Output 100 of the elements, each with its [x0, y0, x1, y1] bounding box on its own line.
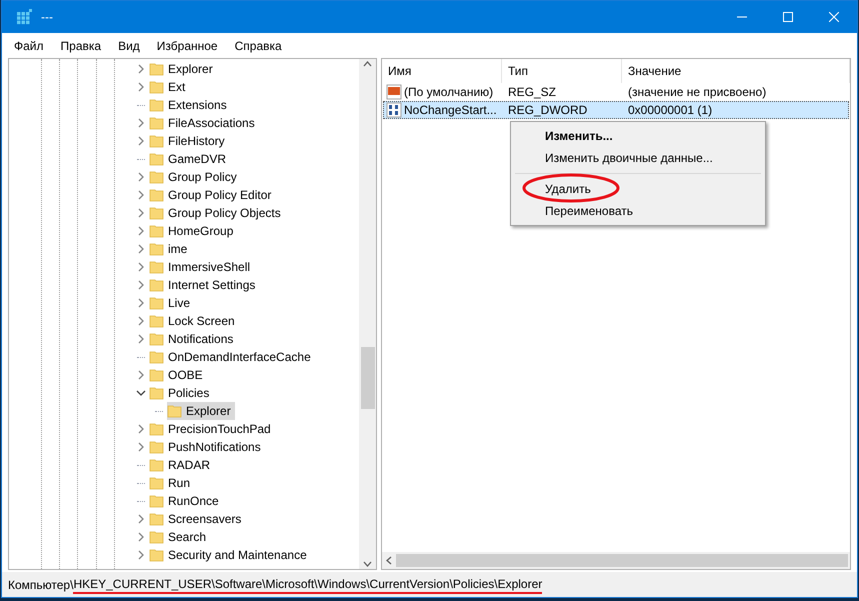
chevron-right-icon[interactable]	[136, 82, 146, 92]
chevron-right-icon[interactable]	[136, 244, 146, 254]
tree-item[interactable]: FileAssociations	[149, 114, 259, 132]
tree-item[interactable]: RADAR	[149, 456, 214, 474]
table-row[interactable]: NoChangeStart... REG_DWORD 0x00000001 (1)	[383, 101, 849, 119]
tree-item[interactable]: PrecisionTouchPad	[149, 420, 275, 438]
string-value-icon	[386, 84, 402, 100]
horizontal-scrollbar[interactable]	[382, 552, 850, 569]
status-path-prefix: Компьютер\	[8, 576, 74, 594]
value-type-cell-text: REG_SZ	[507, 84, 558, 101]
tree-item[interactable]: Search	[149, 528, 210, 546]
tree-item[interactable]: Lock Screen	[149, 312, 239, 330]
folder-icon	[149, 367, 165, 383]
scrollbar-thumb[interactable]	[360, 347, 374, 409]
tree-item[interactable]: ImmersiveShell	[149, 258, 254, 276]
column-header[interactable]: Имя	[382, 59, 502, 83]
tree-item[interactable]: HomeGroup	[149, 222, 238, 240]
tree-item[interactable]: PushNotifications	[149, 438, 265, 456]
tree-item[interactable]: GameDVR	[149, 150, 230, 168]
tree-item[interactable]: OnDemandInterfaceCache	[149, 348, 315, 366]
tree-item[interactable]: Internet Settings	[149, 276, 260, 294]
scroll-up-icon[interactable]	[363, 61, 372, 67]
folder-icon	[149, 529, 165, 545]
folder-icon	[149, 475, 165, 491]
tree-item[interactable]: Extensions	[149, 96, 231, 114]
tree-item[interactable]: Run	[149, 474, 194, 492]
chevron-right-icon[interactable]	[136, 514, 146, 524]
tree-item[interactable]: Group Policy	[149, 168, 241, 186]
binary-value-icon	[386, 102, 402, 118]
menu-item[interactable]: Избранное	[156, 36, 218, 54]
chevron-right-icon[interactable]	[136, 532, 146, 542]
maximize-icon	[783, 12, 793, 22]
tree-item[interactable]: Ext	[149, 78, 190, 96]
folder-icon	[167, 403, 183, 419]
tree-item[interactable]: Explorer	[167, 402, 235, 420]
folder-icon	[149, 115, 165, 131]
column-header[interactable]: Тип	[502, 59, 622, 83]
chevron-right-icon[interactable]	[136, 280, 146, 290]
scrollbar-thumb[interactable]	[396, 554, 848, 567]
menu-item[interactable]: Правка	[60, 36, 102, 54]
scroll-left-icon[interactable]	[386, 556, 392, 565]
menu-item[interactable]: Справка	[234, 36, 282, 54]
chevron-right-icon[interactable]	[136, 190, 146, 200]
chevron-down-icon[interactable]	[136, 388, 146, 398]
value-data-cell-text: 0x00000001 (1)	[627, 102, 712, 119]
tree-item[interactable]: Live	[149, 294, 194, 312]
chevron-right-icon[interactable]	[136, 298, 146, 308]
folder-icon	[149, 457, 165, 473]
chevron-right-icon[interactable]	[136, 442, 146, 452]
chevron-right-icon[interactable]	[136, 424, 146, 434]
value-name-cell-text: (По умолчанию)	[404, 84, 494, 101]
folder-icon	[149, 259, 165, 275]
folder-icon	[149, 79, 165, 95]
chevron-right-icon[interactable]	[136, 136, 146, 146]
chevron-right-icon[interactable]	[136, 118, 146, 128]
menu-item[interactable]: Файл	[14, 36, 44, 54]
tree-item[interactable]: Policies	[149, 384, 214, 402]
scroll-down-icon[interactable]	[363, 561, 372, 567]
folder-icon	[149, 241, 165, 257]
tree-item[interactable]: RunOnce	[149, 492, 223, 510]
chevron-right-icon[interactable]	[136, 550, 146, 560]
vertical-scrollbar[interactable]	[359, 59, 376, 569]
chevron-right-icon[interactable]	[136, 226, 146, 236]
registry-app-icon	[16, 9, 32, 25]
folder-icon	[149, 277, 165, 293]
folder-icon	[149, 169, 165, 185]
context-menu-item[interactable]: Изменить двоичные данные...	[545, 149, 713, 167]
folder-icon	[149, 421, 165, 437]
menu-item[interactable]: Вид	[118, 36, 140, 54]
folder-icon	[149, 331, 165, 347]
chevron-right-icon[interactable]	[136, 370, 146, 380]
value-name-cell-text: NoChangeStart...	[404, 102, 497, 119]
folder-icon	[149, 223, 165, 239]
folder-icon	[149, 511, 165, 527]
tree-item[interactable]: Security and Maintenance	[149, 546, 311, 564]
chevron-right-icon[interactable]	[136, 208, 146, 218]
chevron-right-icon[interactable]	[136, 172, 146, 182]
chevron-right-icon[interactable]	[136, 262, 146, 272]
tree-item[interactable]: Explorer	[149, 60, 217, 78]
tree-item[interactable]: Screensavers	[149, 510, 246, 528]
tree-item[interactable]: ime	[149, 240, 192, 258]
context-menu-item[interactable]: Переименовать	[545, 202, 633, 220]
value-data-cell-text: (значение не присвоено)	[627, 84, 766, 101]
tree-item[interactable]: Group Policy Objects	[149, 204, 285, 222]
tree-item[interactable]: Notifications	[149, 330, 238, 348]
folder-icon	[149, 295, 165, 311]
chevron-right-icon[interactable]	[136, 64, 146, 74]
tree-item[interactable]: FileHistory	[149, 132, 229, 150]
column-header[interactable]: Значение	[622, 59, 850, 83]
folder-icon	[149, 547, 165, 563]
chevron-right-icon[interactable]	[136, 334, 146, 344]
tree-item[interactable]: OOBE	[149, 366, 207, 384]
folder-icon	[149, 349, 165, 365]
folder-icon	[149, 61, 165, 77]
tree-item[interactable]: Group Policy Editor	[149, 186, 276, 204]
table-row[interactable]: (По умолчанию) REG_SZ (значение не присвоено)	[383, 83, 849, 101]
folder-icon	[149, 133, 165, 149]
folder-icon	[149, 187, 165, 203]
context-menu-item[interactable]: Изменить...	[545, 127, 613, 145]
chevron-right-icon[interactable]	[136, 316, 146, 326]
